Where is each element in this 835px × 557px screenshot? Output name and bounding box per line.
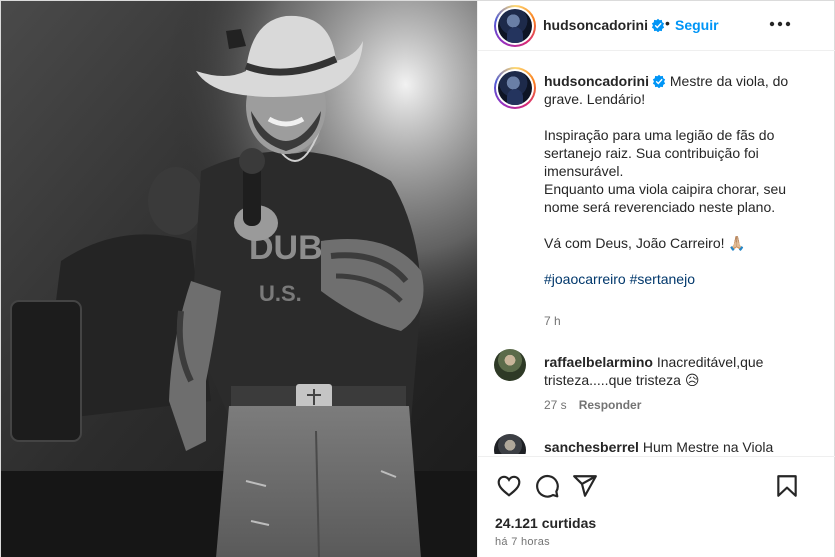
comments-section[interactable]: hudsoncadorini Mestre da viola, do grave…: [478, 52, 835, 454]
svg-text:U.S.: U.S.: [259, 281, 302, 306]
caption-hashtags[interactable]: #joaocarreiro #sertanejo: [544, 270, 819, 288]
instagram-post: DUB U.S. hudsoncadorini • Seguir hudsonc…: [0, 0, 835, 557]
send-icon[interactable]: [572, 473, 598, 499]
author-username[interactable]: hudsoncadorini: [543, 17, 648, 33]
posted-time[interactable]: há 7 horas: [495, 536, 550, 548]
commenter-avatar[interactable]: [494, 349, 526, 381]
likes-count[interactable]: 24.121 curtidas: [495, 515, 596, 531]
comment-icon[interactable]: [534, 473, 560, 499]
post-photo[interactable]: DUB U.S.: [1, 1, 477, 557]
comment-username[interactable]: raffaelbelarmino: [544, 354, 653, 370]
post-side-panel: hudsoncadorini • Seguir hudsoncadorini M…: [477, 1, 835, 557]
caption-username[interactable]: hudsoncadorini: [544, 73, 649, 89]
caption-timestamp[interactable]: 7 h: [544, 314, 561, 328]
post-photo-art: DUB U.S.: [1, 1, 477, 557]
comment-item: raffaelbelarmino Inacreditável,que trist…: [544, 353, 804, 389]
comment-item-2: sanchesberrel Hum Mestre na Viola: [544, 438, 804, 454]
post-caption: hudsoncadorini Mestre da viola, do grave…: [544, 72, 819, 288]
comment-text-2: Hum Mestre na Viola: [642, 439, 774, 454]
post-actions-bar: [478, 456, 835, 504]
heart-icon[interactable]: [496, 473, 522, 499]
follow-button[interactable]: Seguir: [675, 17, 719, 33]
post-header: hudsoncadorini • Seguir: [478, 1, 835, 51]
reply-button[interactable]: Responder: [579, 398, 642, 412]
bookmark-icon[interactable]: [774, 473, 800, 499]
caption-author-avatar[interactable]: [494, 67, 536, 109]
caption-paragraph-3: Enquanto uma viola caipira chorar, seu n…: [544, 181, 787, 215]
author-avatar[interactable]: [494, 5, 536, 47]
author-username-link[interactable]: hudsoncadorini: [543, 17, 665, 33]
verified-badge-icon: [651, 18, 665, 32]
more-options-icon[interactable]: [768, 19, 792, 29]
comment-username-2[interactable]: sanchesberrel: [544, 439, 639, 454]
caption-first-line: hudsoncadorini Mestre da viola, do grave…: [544, 72, 819, 108]
comment-meta: 27 s Responder: [544, 398, 641, 412]
commenter-avatar-2[interactable]: [494, 434, 526, 454]
header-separator: •: [665, 15, 670, 31]
caption-paragraph-4: Vá com Deus, João Carreiro! 🙏🏼: [544, 235, 746, 251]
author-avatar-image: [498, 9, 532, 43]
comment-time[interactable]: 27 s: [544, 398, 567, 412]
caption-avatar-image: [498, 71, 532, 105]
caption-verified-badge-icon: [652, 74, 666, 88]
caption-paragraph-2: Inspiração para uma legião de fãs do ser…: [544, 127, 775, 179]
